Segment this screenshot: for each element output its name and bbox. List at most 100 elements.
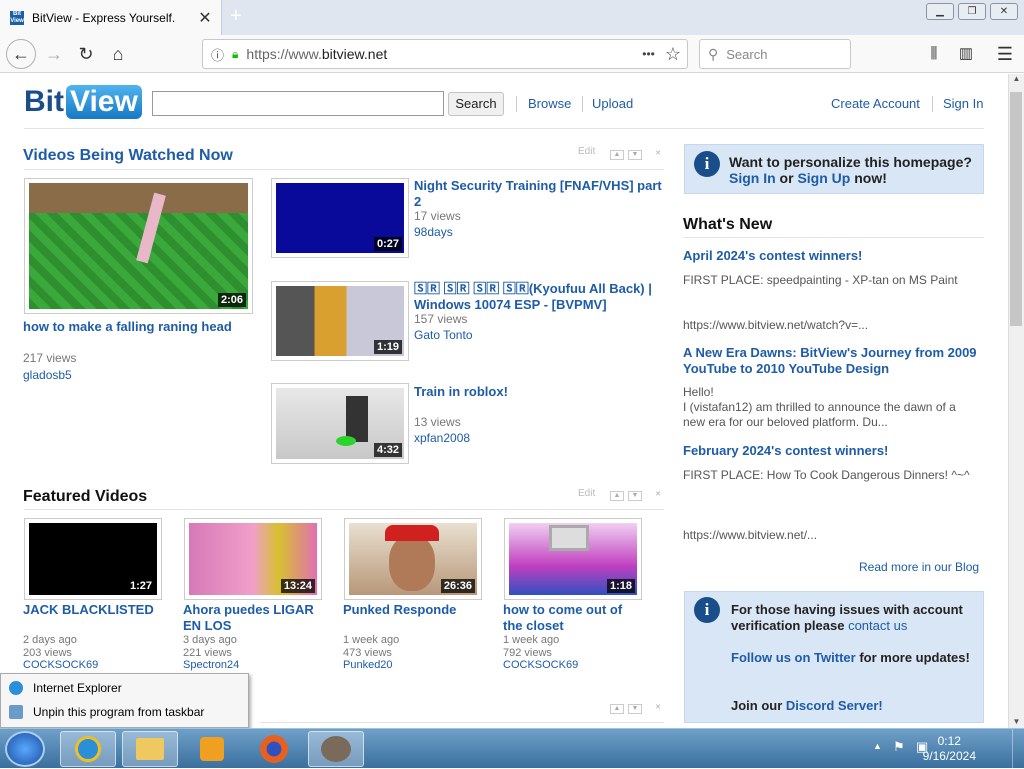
firefox-icon [260,735,288,763]
lock-icon: 🔒︎ [232,46,239,61]
featured-user[interactable]: Spectron24 [183,659,239,671]
forward-button[interactable]: → [40,40,68,68]
context-item-internet-explorer[interactable]: Internet Explorer [9,681,122,695]
show-desktop-button[interactable] [1012,729,1024,769]
library-icon[interactable]: ⫼ [920,40,948,68]
taskbar-file-explorer[interactable] [122,731,178,767]
read-more-blog-link[interactable]: Read more in our Blog [859,560,979,574]
menu-icon[interactable]: ☰ [991,40,1019,68]
close-section-icon[interactable]: ✕ [651,704,665,714]
scrollbar-thumb[interactable] [1010,92,1022,326]
ie-icon [9,681,23,695]
move-up-icon[interactable]: ▲ [610,491,624,501]
move-up-icon[interactable]: ▲ [610,704,624,714]
move-up-icon[interactable]: ▲ [610,150,624,160]
create-account-link[interactable]: Create Account [831,96,920,111]
video-title[interactable]: Train in roblox! [414,384,508,400]
sign-in-link[interactable]: Sign In [943,96,983,111]
unpin-icon [9,705,23,719]
taskbar-firefox[interactable] [246,731,302,767]
sidebar-sign-in-link[interactable]: Sign In [729,170,776,186]
back-button[interactable]: ← [6,39,36,69]
featured-title[interactable]: JACK BLACKLISTED [23,602,163,618]
page-actions-icon[interactable]: ••• [642,47,655,61]
video-thumbnail[interactable]: 1:19 [271,281,409,361]
video-user[interactable]: 98days [414,225,453,239]
start-button[interactable] [5,731,45,767]
tab-close-icon[interactable]: ✕ [195,8,215,28]
featured-title[interactable]: Ahora puedes LIGAR EN LOS [183,602,323,634]
taskbar-internet-explorer[interactable] [60,731,116,767]
bitview-logo[interactable]: Bit View [24,82,142,122]
main-video-views: 217 views [23,351,77,365]
browser-search-input[interactable]: ⚲ Search [699,39,851,69]
sidebar-icon[interactable]: ▥ [952,40,980,68]
close-section-icon[interactable]: ✕ [651,150,665,160]
video-views: 157 views [414,312,468,326]
context-item-unpin[interactable]: Unpin this program from taskbar [9,705,204,719]
main-video-thumbnail[interactable]: 2:06 [24,178,253,314]
featured-user[interactable]: Punked20 [343,659,393,671]
move-down-icon[interactable]: ▼ [628,150,642,160]
video-title[interactable]: Night Security Training [FNAF/VHS] part … [414,178,664,210]
nav-browse-link[interactable]: Browse [528,96,571,111]
taskbar-clock[interactable]: 0:12 9/16/2024 [923,734,976,764]
info-icon: i [694,151,720,177]
browser-tab[interactable]: Bit View BitView - Express Yourself. ✕ [0,0,222,35]
url-text[interactable]: https://www.bitview.net [246,46,642,62]
blog-post-title[interactable]: April 2024's contest winners! [683,248,862,264]
move-down-icon[interactable]: ▼ [628,491,642,501]
blog-post-link[interactable]: https://www.bitview.net/watch?v=... [683,318,978,333]
blog-post-title[interactable]: February 2024's contest winners! [683,443,888,459]
contact-us-link[interactable]: contact us [848,618,907,633]
featured-user[interactable]: COCKSOCK69 [503,659,578,671]
info-icon[interactable]: ⓘ [211,45,224,64]
issues-text: For those having issues with account ver… [731,602,963,633]
issues-box: i For those having issues with account v… [684,591,984,723]
featured-title[interactable]: Punked Responde [343,602,483,618]
minimize-button[interactable]: ▁ [926,3,954,20]
watched-edit-link[interactable]: Edit [578,146,595,157]
video-thumbnail[interactable]: 0:27 [271,178,409,258]
url-bar[interactable]: ⓘ 🔒︎ https://www.bitview.net ••• ☆ [202,39,688,69]
featured-thumbnail[interactable]: 13:24 [184,518,322,600]
main-video-user[interactable]: gladosb5 [23,368,72,382]
home-icon[interactable]: ⌂ [104,40,132,68]
video-thumbnail[interactable]: 4:32 [271,383,409,464]
move-down-icon[interactable]: ▼ [628,704,642,714]
new-tab-button[interactable]: + [230,5,242,28]
taskbar-context-menu: Internet Explorer Unpin this program fro… [0,673,249,728]
blog-post-text: Hello! I (vistafan12) am thrilled to ann… [683,385,956,429]
show-hidden-icons[interactable]: ▲ [873,741,882,751]
taskbar-app[interactable] [308,731,364,767]
blog-post-title[interactable]: A New Era Dawns: BitView's Journey from … [683,345,984,377]
sidebar-sign-up-link[interactable]: Sign Up [797,170,850,186]
video-title[interactable]: 🅂🅁 🅂🅁 🅂🅁 🅂🅁(Kyoufuu All Back) | Windows … [414,281,664,313]
taskbar-media-player[interactable] [184,731,240,767]
close-section-icon[interactable]: ✕ [651,491,665,501]
reload-button[interactable]: ↻ [72,40,100,68]
main-video-title[interactable]: how to make a falling raning head [23,319,232,335]
featured-title[interactable]: how to come out of the closet [503,602,643,634]
browser-tab-bar: Bit View BitView - Express Yourself. ✕ +… [0,0,1024,35]
site-search-input[interactable] [152,91,444,116]
bookmark-star-icon[interactable]: ☆ [665,44,681,65]
video-user[interactable]: Gato Tonto [414,328,473,342]
featured-edit-link[interactable]: Edit [578,488,595,499]
restore-button[interactable]: ❐ [958,3,986,20]
video-user[interactable]: xpfan2008 [414,431,470,445]
twitter-link[interactable]: Follow us on Twitter [731,650,856,665]
close-window-button[interactable]: ✕ [990,3,1018,20]
site-search-button[interactable]: Search [448,92,504,116]
watched-section-title[interactable]: Videos Being Watched Now [23,147,233,165]
action-center-flag-icon[interactable]: ⚑ [893,739,905,755]
blog-post-link[interactable]: https://www.bitview.net/... [683,528,978,543]
featured-thumbnail[interactable]: 1:27 [24,518,162,600]
featured-user[interactable]: COCKSOCK69 [23,659,98,671]
video-views: 13 views [414,415,461,429]
nav-upload-link[interactable]: Upload [592,96,633,111]
featured-thumbnail[interactable]: 1:18 [504,518,642,600]
featured-thumbnail[interactable]: 26:36 [344,518,482,600]
page-content: Bit View Search Browse Upload Create Acco… [0,74,1008,728]
discord-link[interactable]: Discord Server! [786,698,883,713]
